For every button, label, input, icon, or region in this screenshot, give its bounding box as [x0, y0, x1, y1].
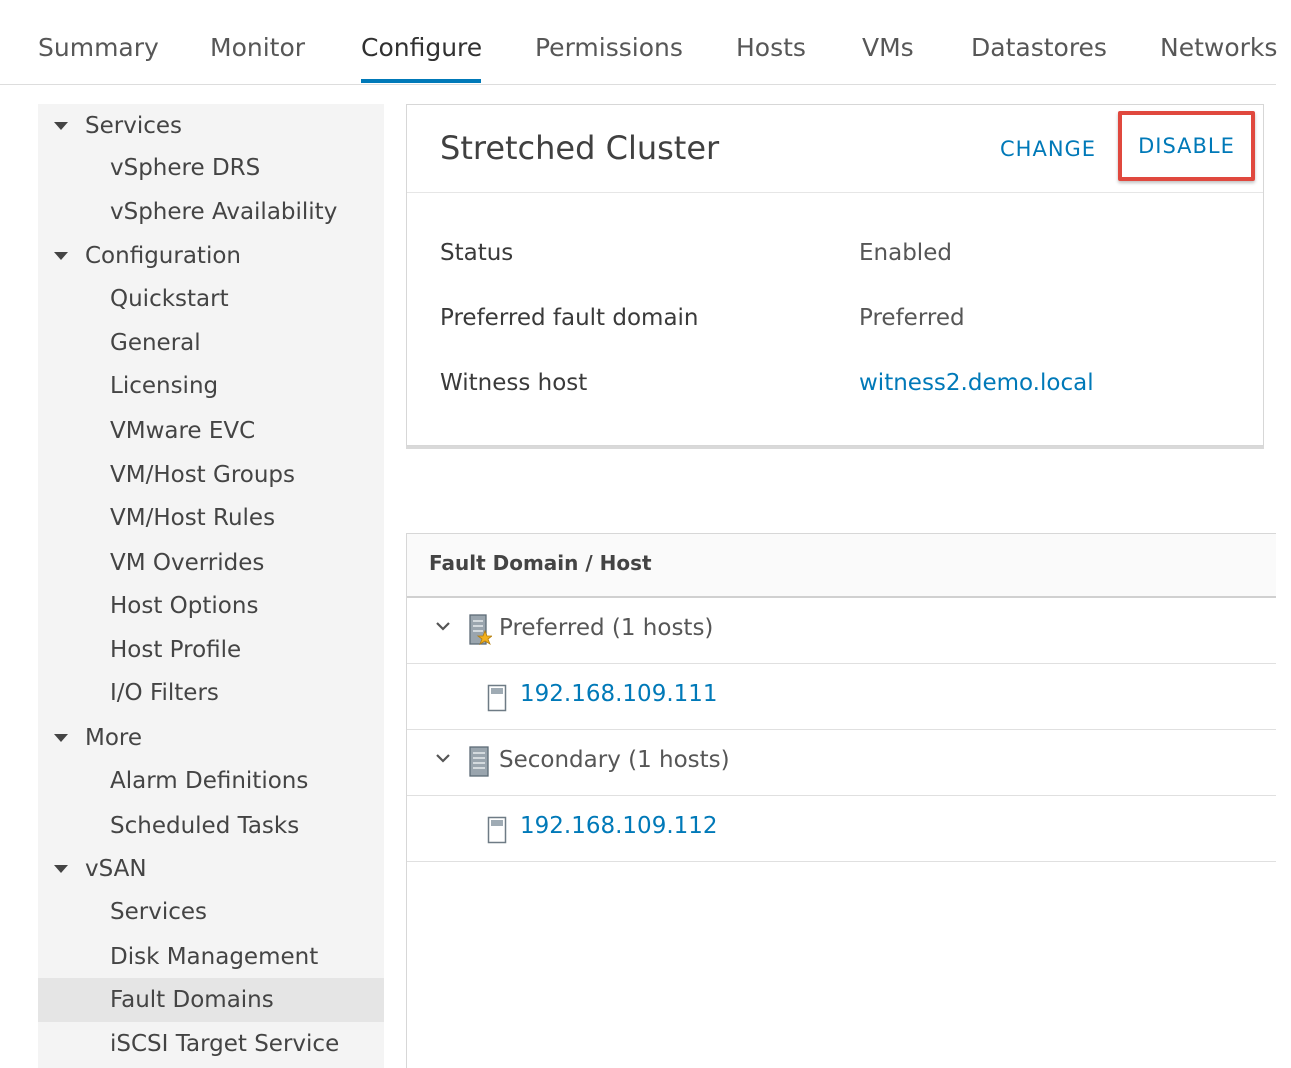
status-value: Enabled	[859, 240, 952, 266]
sidebar-item-host-options[interactable]: Host Options	[38, 584, 384, 628]
sidebar-section-more[interactable]: More	[38, 716, 384, 760]
sidebar-item-label: Host Options	[110, 593, 259, 619]
active-tab-indicator	[361, 79, 481, 83]
tab-monitor[interactable]: Monitor	[210, 30, 305, 66]
sidebar-section-services[interactable]: Services	[38, 104, 384, 148]
sidebar-item-label: vSphere Availability	[110, 199, 338, 225]
sidebar-item-vsphere-drs[interactable]: vSphere DRS	[38, 146, 384, 190]
sidebar-item-label: I/O Filters	[110, 680, 219, 706]
witness-host-link[interactable]: witness2.demo.local	[859, 370, 1094, 396]
caret-down-icon	[54, 122, 68, 130]
sidebar-item-label: Services	[110, 899, 207, 925]
grid-row-secondary[interactable]: Secondary (1 hosts)	[407, 730, 1276, 796]
sidebar-item-alarm-definitions[interactable]: Alarm Definitions	[38, 759, 384, 803]
sidebar-item-host-profile[interactable]: Host Profile	[38, 628, 384, 672]
grid-header: Fault Domain / Host	[407, 534, 1276, 598]
preferred-fault-domain-label: Preferred fault domain	[440, 305, 699, 331]
sidebar-item-disk-management[interactable]: Disk Management	[38, 935, 384, 979]
sidebar-section-label: Services	[85, 113, 182, 139]
sidebar-item-label: VM Overrides	[110, 550, 265, 576]
sidebar-item-vmware-evc[interactable]: VMware EVC	[38, 409, 384, 453]
sidebar-item-label: Alarm Definitions	[110, 768, 309, 794]
preferred-fault-domain-icon	[469, 614, 492, 645]
preferred-fault-domain-value: Preferred	[859, 305, 965, 331]
sidebar-item-label: Licensing	[110, 373, 219, 399]
sidebar-item-quickstart[interactable]: Quickstart	[38, 277, 384, 321]
chevron-down-icon[interactable]	[435, 750, 451, 766]
sidebar-item-vm-host-groups[interactable]: VM/Host Groups	[38, 453, 384, 497]
change-button[interactable]: CHANGE	[1000, 137, 1096, 161]
sidebar-section-configuration[interactable]: Configuration	[38, 234, 384, 278]
sidebar-item-general[interactable]: General	[38, 321, 384, 365]
sidebar-item-label: Quickstart	[110, 286, 229, 312]
sidebar-item-label: Disk Management	[110, 944, 319, 970]
tab-vms[interactable]: VMs	[862, 30, 914, 66]
sidebar-item-label: VM/Host Rules	[110, 505, 276, 531]
tab-summary[interactable]: Summary	[38, 30, 159, 66]
fault-domain-label: Preferred (1 hosts)	[499, 615, 714, 641]
sidebar-section-vsan[interactable]: vSAN	[38, 847, 384, 891]
object-tabs: Summary Monitor Configure Permissions Ho…	[0, 0, 1277, 85]
sidebar-item-label: VMware EVC	[110, 418, 256, 444]
tab-hosts[interactable]: Hosts	[736, 30, 806, 66]
sidebar-item-label: VM/Host Groups	[110, 462, 296, 488]
configure-sidebar: Services vSphere DRS vSphere Availabilit…	[38, 104, 384, 1068]
fault-domain-label: Secondary (1 hosts)	[499, 747, 730, 773]
sidebar-item-vm-host-rules[interactable]: VM/Host Rules	[38, 496, 384, 540]
sidebar-item-vsan-services[interactable]: Services	[38, 890, 384, 934]
chevron-down-icon[interactable]	[435, 618, 451, 634]
sidebar-item-label: General	[110, 330, 201, 356]
card-title: Stretched Cluster	[440, 129, 720, 167]
status-label: Status	[440, 240, 514, 266]
tab-networks[interactable]: Networks	[1160, 30, 1277, 66]
card-header: Stretched Cluster CHANGE DISABLE	[407, 105, 1263, 193]
sidebar-item-vm-overrides[interactable]: VM Overrides	[38, 541, 384, 585]
host-link[interactable]: 192.168.109.111	[520, 681, 718, 707]
caret-down-icon	[54, 734, 68, 742]
fault-domain-icon	[469, 746, 489, 777]
sidebar-item-licensing[interactable]: Licensing	[38, 364, 384, 408]
sidebar-item-scheduled-tasks[interactable]: Scheduled Tasks	[38, 804, 384, 848]
disable-button[interactable]: DISABLE	[1118, 111, 1255, 181]
vsphere-configure-page: Summary Monitor Configure Permissions Ho…	[0, 0, 1291, 1068]
grid-row-host-112[interactable]: 192.168.109.112	[407, 796, 1276, 862]
sidebar-item-label: Fault Domains	[110, 987, 274, 1013]
sidebar-item-vsphere-availability[interactable]: vSphere Availability	[38, 190, 384, 234]
sidebar-section-label: vSAN	[85, 856, 147, 882]
stretched-cluster-card: Stretched Cluster CHANGE DISABLE Status …	[406, 104, 1264, 446]
caret-down-icon	[54, 252, 68, 260]
tab-configure[interactable]: Configure	[361, 30, 482, 66]
host-icon	[487, 816, 507, 844]
caret-down-icon	[54, 865, 68, 873]
column-header-fault-domain-host[interactable]: Fault Domain / Host	[429, 551, 652, 575]
sidebar-item-label: iSCSI Target Service	[110, 1031, 340, 1057]
host-link[interactable]: 192.168.109.112	[520, 813, 718, 839]
sidebar-item-iscsi-target-service[interactable]: iSCSI Target Service	[38, 1022, 384, 1066]
fault-domain-grid: Fault Domain / Host Preferred (1 hosts) …	[406, 533, 1276, 1068]
tab-permissions[interactable]: Permissions	[535, 30, 683, 66]
witness-host-label: Witness host	[440, 370, 588, 396]
host-icon	[487, 684, 507, 712]
grid-row-host-111[interactable]: 192.168.109.111	[407, 664, 1276, 730]
sidebar-section-label: More	[85, 725, 143, 751]
sidebar-section-label: Configuration	[85, 243, 241, 269]
sidebar-item-label: Host Profile	[110, 637, 242, 663]
sidebar-item-fault-domains[interactable]: Fault Domains	[38, 978, 384, 1022]
sidebar-item-label: vSphere DRS	[110, 155, 261, 181]
sidebar-item-label: Scheduled Tasks	[110, 813, 300, 839]
tab-datastores[interactable]: Datastores	[971, 30, 1107, 66]
sidebar-item-io-filters[interactable]: I/O Filters	[38, 671, 384, 715]
grid-row-preferred[interactable]: Preferred (1 hosts)	[407, 598, 1276, 664]
